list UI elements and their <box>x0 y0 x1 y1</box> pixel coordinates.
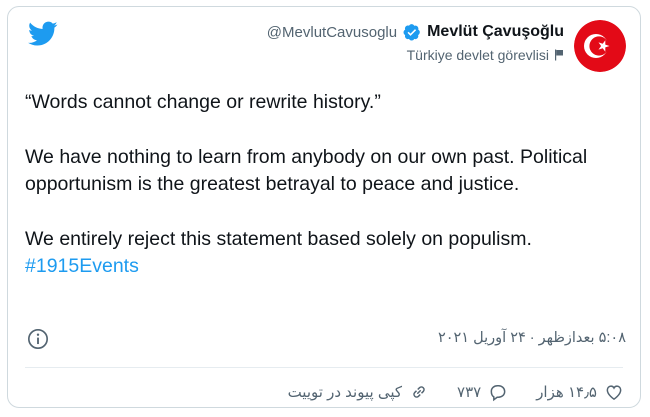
author-label-row: Türkiye devlet görevlisi <box>407 47 564 63</box>
author-display-name[interactable]: Mevlüt Çavuşoğlu <box>427 23 564 41</box>
copy-link-label: کپی پیوند در توییت <box>287 384 403 401</box>
link-icon <box>413 386 425 398</box>
tweet-paragraph: We have nothing to learn from anybody on… <box>25 145 588 196</box>
hashtag-link[interactable]: #1915Events <box>25 253 625 281</box>
tweet-paragraph: We entirely reject this statement based … <box>25 227 532 250</box>
reply-count: ۷۳۷ <box>457 384 482 401</box>
tweet-quote-line: “Words cannot change or rewrite history.… <box>25 91 381 113</box>
info-icon[interactable] <box>27 328 49 350</box>
copy-link-button[interactable]: کپی پیوند در توییت <box>288 382 429 402</box>
government-label: Türkiye devlet görevlisi <box>406 47 549 63</box>
twitter-bird-icon[interactable] <box>28 21 58 47</box>
tweet-actions: ۱۴٫۵ هزار ۷۳۷ کپی پیوند در توییت <box>24 378 624 406</box>
tweet-card: @MevlutCavusoglu Mevlüt Çavuşoğlu Türkiy… <box>7 6 641 408</box>
turkish-flag-avatar[interactable] <box>574 20 626 72</box>
tweet-timestamp[interactable]: ۵:۰۸ بعدازظهر · ۲۴ آوریل ۲۰۲۱ <box>438 330 626 346</box>
verified-badge-icon <box>403 24 420 41</box>
author-handle[interactable]: @MevlutCavusoglu <box>267 24 397 41</box>
reply-bubble-icon <box>490 385 506 402</box>
like-button[interactable]: ۱۴٫۵ هزار <box>536 382 624 402</box>
author-name-row: @MevlutCavusoglu Mevlüt Çavuşoğlu <box>267 23 564 41</box>
tweet-header: @MevlutCavusoglu Mevlüt Çavuşoğlu Türkiy… <box>267 20 626 72</box>
like-count: ۱۴٫۵ هزار <box>536 384 597 401</box>
reply-button[interactable]: ۷۳۷ <box>457 382 508 402</box>
divider <box>25 367 623 368</box>
tweet-body: “Words cannot change or rewrite history.… <box>25 89 625 281</box>
government-flag-icon <box>555 49 563 61</box>
author-info: @MevlutCavusoglu Mevlüt Çavuşoğlu Türkiy… <box>267 20 564 63</box>
heart-icon <box>606 385 622 400</box>
